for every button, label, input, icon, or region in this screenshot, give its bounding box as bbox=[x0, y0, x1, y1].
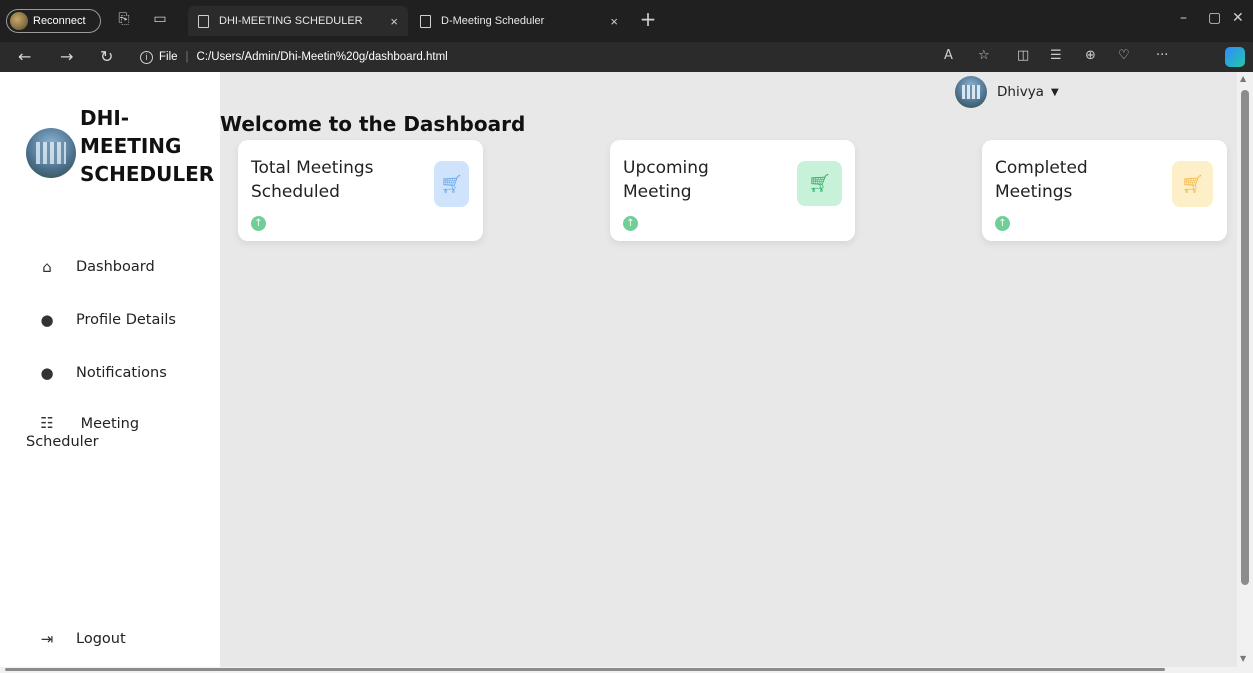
tab-actions-icon[interactable]: ▭ bbox=[150, 11, 170, 27]
reconnect-label: Reconnect bbox=[33, 15, 86, 27]
sidebar-item-dashboard[interactable]: ⌂ Dashboard bbox=[36, 258, 155, 276]
scroll-down-icon[interactable]: ▼ bbox=[1240, 654, 1246, 663]
minimize-button[interactable]: – bbox=[1180, 10, 1187, 26]
reconnect-button[interactable]: Reconnect bbox=[6, 9, 101, 33]
brand-line: DHI- bbox=[80, 106, 130, 130]
sidebar-item-label: Meeting bbox=[80, 416, 140, 432]
card-label-line: Meeting bbox=[623, 182, 692, 202]
brand-line: MEETING bbox=[80, 134, 182, 158]
page-title: Welcome to the Dashboard bbox=[220, 112, 526, 136]
list-icon: ☷ bbox=[40, 414, 54, 432]
tab-d-meeting-scheduler[interactable]: D-Meeting Scheduler × bbox=[410, 6, 628, 36]
cart-icon: 🛒︎ bbox=[1172, 161, 1213, 207]
url-prefix: File bbox=[159, 51, 178, 63]
workspaces-icon[interactable]: ⎘ bbox=[114, 11, 134, 27]
sidebar-item-profile-details[interactable]: ● Profile Details bbox=[36, 311, 176, 329]
close-window-button[interactable]: ✕ bbox=[1232, 10, 1244, 26]
vertical-scrollbar[interactable]: ▲ ▼ bbox=[1237, 72, 1253, 667]
back-icon[interactable]: ← bbox=[18, 47, 31, 66]
stat-card-total-meetings[interactable]: Total Meetings Scheduled ↑ 🛒︎ bbox=[238, 140, 483, 241]
card-label-line: Meetings bbox=[995, 182, 1073, 202]
scroll-up-icon[interactable]: ▲ bbox=[1240, 74, 1246, 83]
profile-avatar-icon bbox=[10, 12, 28, 30]
info-icon[interactable]: i bbox=[140, 50, 153, 64]
sidebar: DHI- MEETING SCHEDULER ⌂ Dashboard ● Pro… bbox=[0, 72, 220, 667]
favorites-icon[interactable]: ☰ bbox=[1050, 48, 1062, 63]
new-tab-button[interactable]: + bbox=[638, 7, 658, 31]
user-icon: ● bbox=[40, 311, 54, 329]
user-menu[interactable]: Dhivya ▼ bbox=[955, 76, 1059, 108]
user-icon: ● bbox=[40, 364, 54, 382]
arrow-up-icon: ↑ bbox=[995, 216, 1010, 231]
browser-address-bar: ← → ↻ i File | C:/Users/Admin/Dhi-Meetin… bbox=[0, 42, 1253, 72]
refresh-icon[interactable]: ↻ bbox=[100, 47, 113, 66]
user-name: Dhivya bbox=[997, 84, 1044, 100]
close-tab-icon[interactable]: × bbox=[390, 14, 398, 29]
page-content: DHI- MEETING SCHEDULER ⌂ Dashboard ● Pro… bbox=[0, 72, 1237, 667]
sidebar-item-meeting-scheduler[interactable]: ☷ Meeting Scheduler bbox=[26, 414, 216, 450]
copilot-icon[interactable] bbox=[1225, 47, 1245, 67]
close-tab-icon[interactable]: × bbox=[610, 14, 618, 29]
page-icon bbox=[420, 14, 431, 28]
brand-line: SCHEDULER bbox=[80, 162, 215, 186]
tab-title: D-Meeting Scheduler bbox=[441, 15, 545, 27]
sidebar-item-notifications[interactable]: ● Notifications bbox=[36, 364, 167, 382]
split-screen-icon[interactable]: ◫ bbox=[1017, 48, 1029, 63]
sidebar-item-label-cont: Scheduler bbox=[26, 434, 99, 450]
arrow-up-icon: ↑ bbox=[623, 216, 638, 231]
card-label-line: Total Meetings bbox=[251, 158, 374, 178]
card-label-line: Completed bbox=[995, 158, 1088, 178]
url-field[interactable]: i File | C:/Users/Admin/Dhi-Meetin%20g/d… bbox=[140, 45, 1020, 69]
home-icon: ⌂ bbox=[42, 258, 52, 276]
sidebar-item-label: Dashboard bbox=[76, 259, 155, 275]
browser-tab-bar: Reconnect ⎘ ▭ DHI-MEETING SCHEDULER × D-… bbox=[0, 0, 1253, 42]
sidebar-item-label: Notifications bbox=[76, 365, 167, 381]
card-label: Total Meetings Scheduled bbox=[251, 156, 416, 204]
url-text: C:/Users/Admin/Dhi-Meetin%20g/dashboard.… bbox=[196, 51, 448, 63]
page-icon bbox=[198, 14, 209, 28]
favorite-star-icon[interactable]: ☆ bbox=[978, 48, 990, 63]
tab-dhi-meeting-scheduler[interactable]: DHI-MEETING SCHEDULER × bbox=[188, 6, 408, 36]
sign-out-icon: ⇥ bbox=[40, 630, 54, 648]
more-options-icon[interactable]: ··· bbox=[1156, 48, 1168, 63]
user-avatar bbox=[955, 76, 987, 108]
cart-icon: 🛒︎ bbox=[434, 161, 469, 207]
scroll-thumb[interactable] bbox=[1241, 90, 1249, 585]
arrow-up-icon: ↑ bbox=[251, 216, 266, 231]
url-separator: | bbox=[185, 51, 189, 63]
collections-icon[interactable]: ⊕ bbox=[1085, 48, 1096, 63]
card-label: Completed Meetings bbox=[995, 156, 1160, 204]
brand-title: DHI- MEETING SCHEDULER bbox=[80, 104, 220, 188]
cart-icon: 🛒︎ bbox=[797, 161, 842, 206]
chevron-down-icon: ▼ bbox=[1050, 86, 1059, 98]
sidebar-item-label: Profile Details bbox=[76, 312, 176, 328]
forward-icon[interactable]: → bbox=[60, 47, 73, 66]
horizontal-scrollbar[interactable] bbox=[0, 667, 1253, 673]
stat-card-upcoming-meeting[interactable]: Upcoming Meeting ↑ 🛒︎ bbox=[610, 140, 855, 241]
card-label-line: Scheduled bbox=[251, 182, 340, 202]
read-aloud-icon[interactable]: A bbox=[944, 48, 953, 63]
logout-button[interactable]: ⇥ Logout bbox=[36, 630, 126, 648]
app-logo bbox=[26, 128, 76, 178]
tab-title: DHI-MEETING SCHEDULER bbox=[219, 15, 363, 27]
restore-button[interactable]: ▢ bbox=[1208, 10, 1221, 26]
card-label: Upcoming Meeting bbox=[623, 156, 788, 204]
scroll-thumb[interactable] bbox=[5, 668, 1165, 671]
performance-icon[interactable]: ♡ bbox=[1118, 48, 1130, 63]
card-label-line: Upcoming bbox=[623, 158, 709, 178]
stat-card-completed-meetings[interactable]: Completed Meetings ↑ 🛒︎ bbox=[982, 140, 1227, 241]
logout-label: Logout bbox=[76, 631, 126, 647]
